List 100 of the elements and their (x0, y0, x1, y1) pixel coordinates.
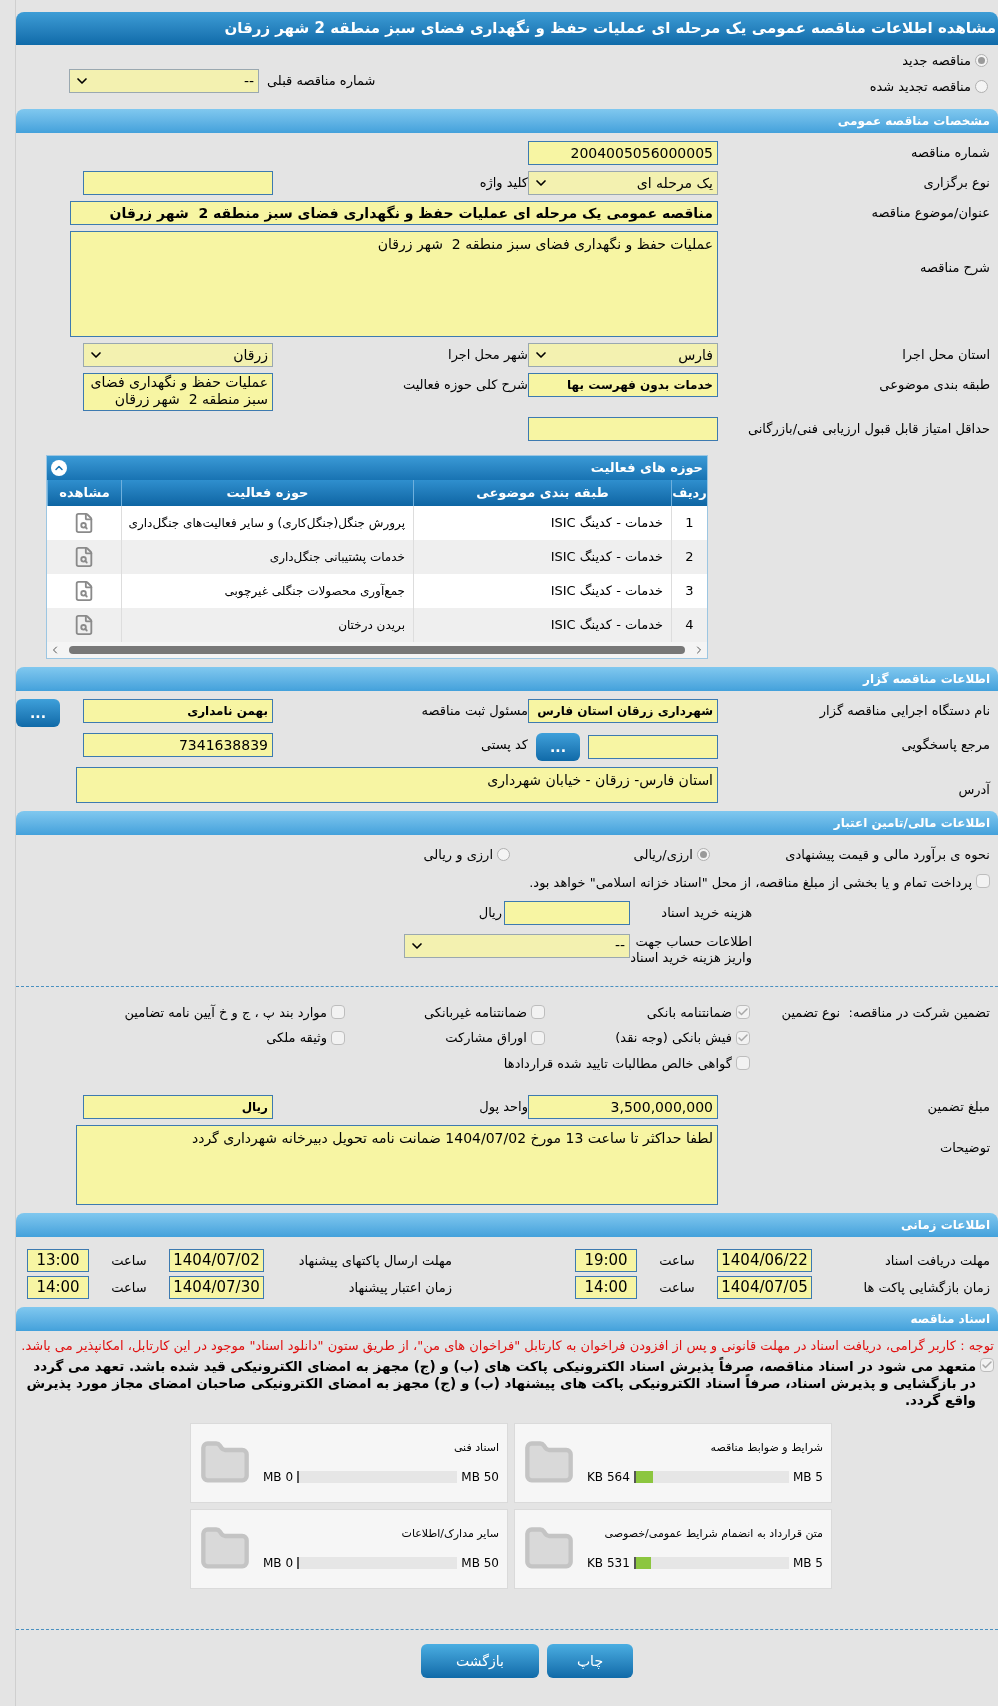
field-label: استان محل اجرا (901, 346, 990, 363)
column-header: مشاهده (47, 480, 121, 506)
radio-label: ارزی/ریالی (633, 846, 693, 865)
input-field[interactable]: بهمن نامداری (83, 699, 273, 723)
date-field[interactable]: 1404/07/05 (717, 1276, 812, 1299)
checkbox[interactable] (736, 1056, 750, 1071)
checkbox[interactable] (531, 1030, 545, 1045)
document-search-icon[interactable] (73, 580, 95, 602)
more-button[interactable]: ... (16, 699, 60, 727)
checkbox[interactable] (331, 1005, 345, 1020)
page-title: مشاهده اطلاعات مناقصه عمومی یک مرحله ای عملیات حفظ و نگهداری فضای سبز منطقه 2 شهر زرقان (16, 12, 998, 45)
input-field[interactable]: 3,500,000,000 (528, 1095, 718, 1119)
input-field[interactable] (588, 735, 718, 759)
file-name: سایر مدارک/اطلاعات (400, 1525, 499, 1542)
more-button[interactable]: ... (536, 733, 580, 761)
size-limit: 50 MB (461, 1469, 499, 1487)
column-header: حوزه فعالیت (121, 480, 413, 506)
size-limit: 5 MB (792, 1469, 823, 1487)
time-field[interactable]: 19:00 (575, 1249, 637, 1272)
field-label: ساعت (658, 1278, 696, 1297)
field-label: شهر محل اجرا (447, 346, 528, 363)
input-field[interactable]: مناقصه عمومی یک مرحله ای عملیات حفظ و نگهداری فضای سبز منطقه 2 شهر زرقان (70, 201, 718, 225)
table-cell: خدمات - کدینگ ISIC (413, 608, 671, 642)
file-size: 0 MB (263, 1469, 294, 1487)
field-label: زمان اعتبار پیشنهاد (347, 1278, 452, 1298)
input-field[interactable]: ریال (83, 1095, 273, 1119)
radio-button[interactable] (975, 54, 988, 68)
field-label: واحد پول (478, 1098, 528, 1115)
select-field[interactable]: فارس (528, 343, 718, 367)
document-search-icon[interactable] (73, 614, 95, 636)
checkbox-label: پرداخت تمام و یا بخشی از مبلغ مناقصه، از محل "اسناد خزانه اسلامی" خواهد بود. (528, 873, 972, 892)
radio-label: مناقصه جدید (902, 52, 971, 70)
checkbox[interactable] (736, 1005, 750, 1020)
input-field[interactable]: 7341638839 (83, 733, 273, 757)
text-area[interactable]: لطفا حداکثر تا ساعت 13 مورخ 1404/07/02 ضمانت نامه تحویل دبیرخانه شهرداری گردد (76, 1125, 718, 1205)
field-label: توضیحات (939, 1139, 990, 1156)
field-label: کد پستی (479, 736, 528, 753)
field-label: ساعت (110, 1251, 148, 1270)
input-field[interactable] (528, 417, 718, 441)
horizontal-scrollbar[interactable] (47, 642, 707, 658)
field-label: مبلغ تضمین (926, 1098, 990, 1115)
date-field[interactable]: 1404/06/22 (717, 1249, 812, 1272)
checkbox-label: اوراق مشارکت (445, 1029, 527, 1048)
checkbox[interactable] (980, 1358, 994, 1372)
field-label: حداقل امتیاز قابل قبول ارزیابی فنی/بازرگانی (746, 420, 990, 437)
time-field[interactable]: 13:00 (27, 1249, 89, 1272)
radio-label: مناقصه تجدید شده (869, 77, 971, 96)
unit-label: ریال (478, 903, 503, 923)
input-field[interactable]: خدمات بدون فهرست بها (528, 373, 718, 397)
select-field[interactable]: -- (404, 933, 630, 958)
field-label: شماره مناقصه قبلی (267, 72, 376, 91)
field-label: عنوان/موضوع مناقصه (870, 204, 990, 221)
input-field[interactable]: شهرداری زرقان استان فارس (528, 699, 718, 723)
action-button[interactable]: چاپ (547, 1644, 633, 1678)
select-field[interactable]: یک مرحله ای (528, 171, 718, 195)
field-label: طبقه بندی موضوعی (878, 376, 990, 393)
document-search-icon[interactable] (73, 512, 95, 534)
checkbox[interactable] (736, 1030, 750, 1045)
radio-button[interactable] (975, 79, 988, 93)
action-button[interactable]: بازگشت (421, 1644, 539, 1678)
text-area[interactable]: استان فارس- زرقان - خیابان شهرداری (76, 767, 718, 803)
field-label: هزینه خرید اسناد (660, 903, 752, 922)
select-field[interactable]: -- (69, 69, 259, 93)
checkbox[interactable] (531, 1005, 545, 1020)
field-label: نحوه ی برآورد مالی و قیمت پیشنهادی (784, 845, 990, 865)
radio-button[interactable] (497, 848, 510, 862)
text-area[interactable]: عملیات حفظ و نگهداری فضای سبز منطقه 2 شهر زرقان (70, 231, 718, 337)
file-name: متن قرارداد به انضمام شرایط عمومی/خصوصی (603, 1525, 823, 1542)
radio-button[interactable] (697, 848, 710, 862)
date-field[interactable]: 1404/07/30 (169, 1276, 264, 1299)
text-area[interactable]: عملیات حفظ و نگهداری فضای سبز منطقه 2 شهر زرقان (83, 373, 273, 411)
date-field[interactable]: 1404/07/02 (169, 1249, 264, 1272)
checkbox-label: فیش بانکی (وجه نقد) (615, 1029, 732, 1048)
input-field[interactable]: 2004005056000005 (528, 141, 718, 165)
field-label: نوع تضمین (780, 1003, 840, 1022)
field-label: ساعت (658, 1251, 696, 1270)
file-name: اسناد فنی (452, 1439, 499, 1456)
section-header: اطلاعات زمانی (16, 1213, 998, 1237)
field-label: نوع برگزاری (922, 174, 990, 191)
section-header: اسناد مناقصه (16, 1307, 998, 1331)
column-header: طبقه بندی موضوعی (413, 480, 671, 506)
file-size: 564 KB (587, 1469, 630, 1487)
checkbox-label: ضمانتنامه بانکی (646, 1003, 732, 1022)
section-header: مشخصات مناقصه عمومی (16, 109, 998, 133)
table-cell: بریدن درختان (121, 608, 413, 642)
collapse-icon[interactable] (51, 460, 67, 476)
field-label: مسئول ثبت مناقصه (420, 702, 528, 719)
time-field[interactable]: 14:00 (27, 1276, 89, 1299)
time-field[interactable]: 14:00 (575, 1276, 637, 1299)
field-label: نام دستگاه اجرایی مناقصه گزار (818, 702, 990, 719)
checkbox[interactable] (331, 1030, 345, 1045)
section-header: اطلاعات مالی/تامین اعتبار (16, 811, 998, 835)
checkbox-label: گواهی خالص مطالبات تایید شده قراردادها (503, 1054, 732, 1073)
select-field[interactable]: زرقان (83, 343, 273, 367)
file-size: 0 MB (263, 1555, 294, 1573)
document-search-icon[interactable] (73, 546, 95, 568)
input-field[interactable] (83, 171, 273, 195)
field-label: مرجع پاسخگویی (900, 736, 990, 753)
checkbox[interactable] (976, 873, 990, 888)
input-field[interactable] (504, 900, 630, 925)
